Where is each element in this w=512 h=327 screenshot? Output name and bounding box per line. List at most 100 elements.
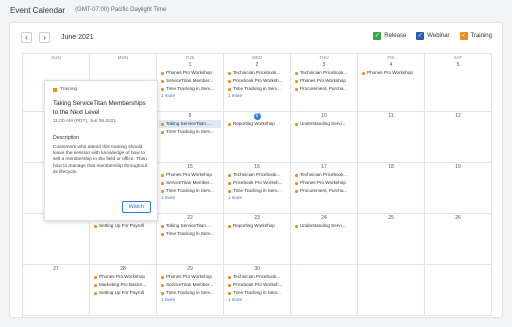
calendar-event[interactable]: Phones Pro Workshop: [159, 171, 221, 179]
training-checkbox[interactable]: ✓: [459, 32, 468, 40]
day-cell[interactable]: 24 Understanding Servi...: [291, 214, 358, 265]
popover-description: Customers who attend this training shoul…: [53, 145, 148, 175]
calendar-event[interactable]: Time Tracking in Serv...: [226, 187, 288, 195]
weekday-label: MON: [90, 54, 157, 61]
day-number: 19: [427, 164, 489, 171]
more-events-link[interactable]: 1 more: [226, 195, 288, 201]
day-cell[interactable]: 1 Phones Pro Workshop ServiceTitan Member.…: [157, 61, 224, 112]
day-cell[interactable]: [291, 265, 358, 316]
weekday-label: THU: [291, 54, 358, 61]
day-cell[interactable]: 8 Taking ServiceTitan ... Time Tracking in…: [157, 112, 224, 163]
day-cell[interactable]: 20: [23, 214, 90, 265]
calendar-event[interactable]: Time Tracking in Serv...: [159, 289, 221, 297]
day-cell[interactable]: [358, 265, 425, 316]
calendar-event[interactable]: Setting Up For Payroll: [92, 289, 154, 297]
prev-month-button[interactable]: ‹: [21, 32, 32, 43]
calendar-event[interactable]: Taking ServiceTitan ...: [159, 120, 221, 128]
calendar-event[interactable]: ServiceTitan Member...: [159, 281, 221, 289]
calendar-event[interactable]: Technician Pricebook...: [293, 171, 355, 179]
day-cell[interactable]: 30 Technician Pricebook... Pricebook Pro W…: [224, 265, 291, 316]
day-cell[interactable]: 25: [358, 214, 425, 265]
weekday-label: TUE: [157, 54, 224, 61]
day-cell[interactable]: 28 Phones Pro Workshop Marketing Pro Basic…: [90, 265, 157, 316]
release-checkbox[interactable]: ✓: [373, 32, 382, 40]
filter-training[interactable]: ✓ Training: [459, 32, 492, 40]
filter-release[interactable]: ✓ Release: [373, 32, 406, 40]
day-number: 29: [159, 266, 221, 273]
popover-title: Taking ServiceTitan Memberships to the N…: [53, 100, 146, 116]
calendar-event[interactable]: Understanding Servi...: [293, 222, 355, 230]
calendar-event[interactable]: Time Tracking in Serv...: [159, 230, 221, 238]
day-cell[interactable]: 4 Phones Pro Workshop: [358, 61, 425, 112]
calendar-event[interactable]: Marketing Pro Basics...: [92, 281, 154, 289]
day-cell[interactable]: 9 Reporting Workshop: [224, 112, 291, 163]
calendar-event[interactable]: Phones Pro Workshop: [159, 69, 221, 77]
day-cell[interactable]: 23 Reporting Workshop: [224, 214, 291, 265]
calendar-event[interactable]: Phones Pro Workshop: [293, 77, 355, 85]
day-cell[interactable]: 15 Phones Pro Workshop ServiceTitan Member…: [157, 163, 224, 214]
more-events-link[interactable]: 1 more: [226, 93, 288, 99]
day-cell[interactable]: 17 Technician Pricebook... Phones Pro Work…: [291, 163, 358, 214]
calendar-event[interactable]: Time Tracking in Serv...: [226, 289, 288, 297]
more-events-link[interactable]: 1 more: [159, 93, 221, 99]
day-number: 2: [226, 62, 288, 69]
calendar-event[interactable]: Pricebook Pro Worksh...: [226, 77, 288, 85]
calendar-event[interactable]: Time Tracking in Serv...: [159, 187, 221, 195]
calendar-event[interactable]: Time Tracking in Serv...: [159, 128, 221, 136]
day-number-text: 22: [187, 215, 193, 221]
webinar-checkbox[interactable]: ✓: [416, 32, 425, 40]
calendar-event[interactable]: Pricebook Pro Worksh...: [226, 281, 288, 289]
day-cell[interactable]: [425, 265, 492, 316]
calendar-event[interactable]: ServiceTitan Member...: [159, 77, 221, 85]
day-cell[interactable]: 18: [358, 163, 425, 214]
watch-button[interactable]: Watch: [121, 201, 151, 213]
calendar-event[interactable]: Time Tracking in Serv...: [226, 85, 288, 93]
day-cell[interactable]: 3 Technician Pricebook... Phones Pro Works…: [291, 61, 358, 112]
more-events-link[interactable]: 1 more: [159, 297, 221, 303]
calendar-event[interactable]: Phones Pro Workshop: [293, 179, 355, 187]
day-cell[interactable]: 16 Technician Pricebook... Pricebook Pro W…: [224, 163, 291, 214]
calendar-event[interactable]: Procurement, Purcha...: [293, 85, 355, 93]
day-cell[interactable]: 19: [425, 163, 492, 214]
calendar-event[interactable]: Pricebook Pro Worksh...: [226, 179, 288, 187]
calendar-event[interactable]: Phones Pro Workshop: [360, 69, 422, 77]
filter-webinar-label: Webinar: [427, 33, 450, 39]
calendar-event[interactable]: Understanding Servi...: [293, 120, 355, 128]
calendar-event[interactable]: ServiceTitan Member...: [159, 179, 221, 187]
day-number: 22: [159, 215, 221, 222]
more-events-link[interactable]: 1 more: [226, 297, 288, 303]
calendar-event[interactable]: Technician Pricebook...: [293, 69, 355, 77]
day-cell[interactable]: 2 Technician Pricebook... Pricebook Pro Wo…: [224, 61, 291, 112]
popover-category-label: Training: [60, 87, 78, 92]
calendar-event[interactable]: Time Tracking in Serv...: [159, 85, 221, 93]
month-label: June 2021: [61, 34, 94, 41]
day-number: [427, 266, 489, 273]
more-events-link[interactable]: 1 more: [159, 195, 221, 201]
calendar-event[interactable]: Reporting Workshop: [226, 222, 288, 230]
day-cell[interactable]: 11: [358, 112, 425, 163]
calendar-event[interactable]: Technician Pricebook...: [226, 273, 288, 281]
day-number-text: 3: [322, 62, 326, 68]
day-cell[interactable]: 12: [425, 112, 492, 163]
calendar-event[interactable]: Phones Pro Workshop: [92, 273, 154, 281]
day-cell[interactable]: 27: [23, 265, 90, 316]
calendar-event[interactable]: Reporting Workshop: [226, 120, 288, 128]
calendar-event[interactable]: Procurement, Purcha...: [293, 187, 355, 195]
popover-time: 11:00 AM (PDT), Jun 08 2021: [53, 119, 117, 124]
calendar-event[interactable]: Technician Pricebook...: [226, 69, 288, 77]
calendar-event[interactable]: Taking ServiceTitan ...: [159, 222, 221, 230]
weekday-header: SUN MON TUE WED THU FRI SAT: [23, 54, 492, 61]
day-cell[interactable]: 21Setting Up For Payroll: [90, 214, 157, 265]
day-cell[interactable]: 22 Taking ServiceTitan ... Time Tracking i…: [157, 214, 224, 265]
calendar-event[interactable]: Setting Up For Payroll: [92, 222, 154, 230]
day-number: 16: [226, 164, 288, 171]
day-cell[interactable]: 10 Understanding Servi...: [291, 112, 358, 163]
calendar-event[interactable]: Technician Pricebook...: [226, 171, 288, 179]
day-cell[interactable]: 5: [425, 61, 492, 112]
next-month-button[interactable]: ›: [39, 32, 50, 43]
day-cell[interactable]: 26: [425, 214, 492, 265]
filter-webinar[interactable]: ✓ Webinar: [416, 32, 450, 40]
day-number-text: 9: [253, 113, 261, 120]
day-cell[interactable]: 29 Phones Pro Workshop ServiceTitan Member…: [157, 265, 224, 316]
calendar-event[interactable]: Phones Pro Workshop: [159, 273, 221, 281]
